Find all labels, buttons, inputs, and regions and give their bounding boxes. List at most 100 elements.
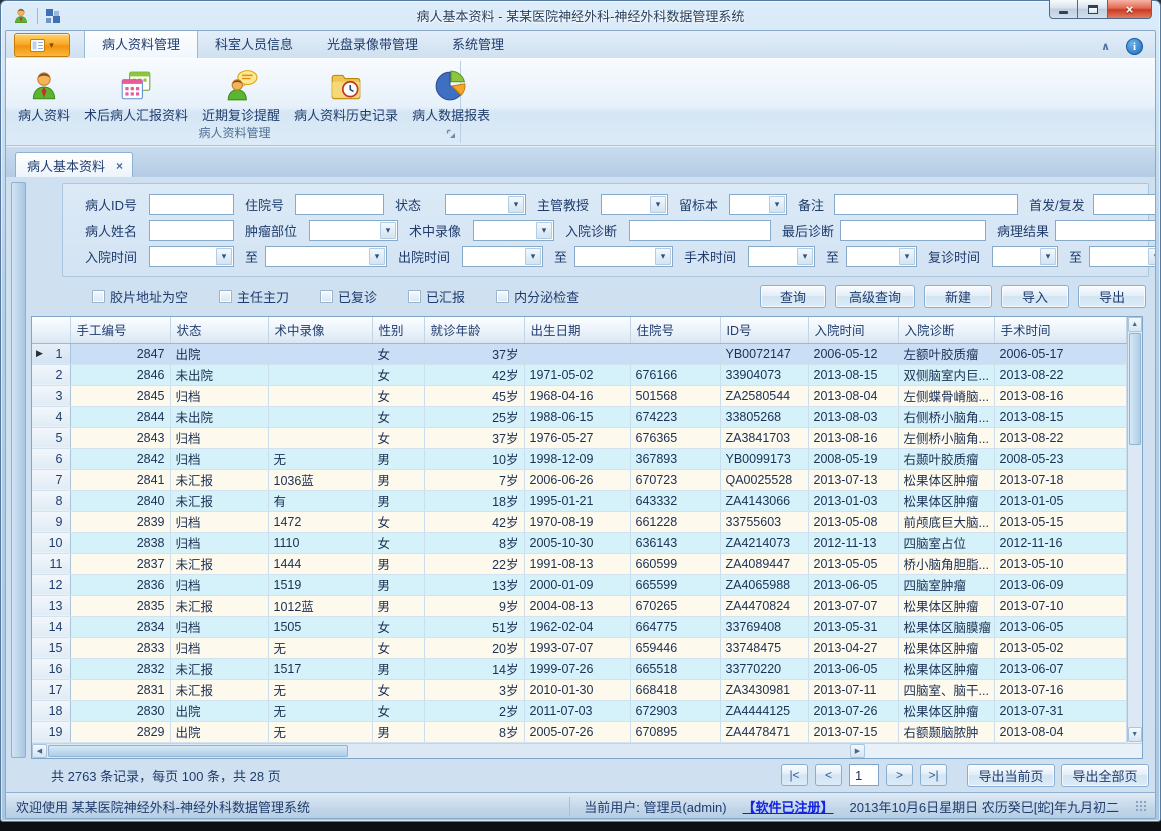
scroll-down-icon[interactable]: ▼: [1128, 727, 1143, 742]
close-tab-icon[interactable]: ×: [116, 159, 123, 173]
filter-checkbox[interactable]: 胶片地址为空: [92, 287, 188, 306]
filter-combo[interactable]: ▾: [473, 220, 554, 241]
column-header[interactable]: ID号: [720, 317, 808, 343]
table-row[interactable]: 32845归档女45岁1968-04-16501568ZA25805442013…: [32, 385, 1126, 406]
scroll-right-icon[interactable]: ▶: [850, 744, 865, 758]
filter-input[interactable]: [149, 220, 234, 241]
column-header[interactable]: 住院号: [630, 317, 720, 343]
collapse-ribbon-icon[interactable]: ∧: [1101, 40, 1110, 53]
ribbon-tab[interactable]: 病人资料管理: [84, 30, 198, 59]
horizontal-scrollbar[interactable]: ◀ ▶: [32, 744, 865, 758]
export-all-pages-button[interactable]: 导出全部页: [1061, 764, 1149, 787]
maximize-button[interactable]: [1078, 0, 1107, 19]
table-row[interactable]: 172831未汇报无女3岁2010-01-30668418ZA343098120…: [32, 679, 1126, 700]
row-indicator-header[interactable]: [32, 317, 70, 343]
filter-combo[interactable]: ▾: [574, 246, 673, 267]
table-row[interactable]: ▶12847出院女37岁YB00721472006-05-12左额叶胶质瘤200…: [32, 343, 1126, 364]
ribbon-tab[interactable]: 系统管理: [435, 30, 521, 58]
filter-checkbox[interactable]: 主任主刀: [219, 287, 289, 306]
next-page-button[interactable]: >: [886, 764, 913, 786]
filter-combo[interactable]: ▾: [992, 246, 1058, 267]
filter-combo[interactable]: ▾: [601, 194, 668, 215]
table-row[interactable]: 22846未出院女42岁1971-05-02676166339040732013…: [32, 364, 1126, 385]
filter-combo[interactable]: ▾: [265, 246, 387, 267]
app-logo-icon[interactable]: [12, 7, 30, 25]
filter-combo[interactable]: ▾: [309, 220, 398, 241]
filter-input[interactable]: [840, 220, 986, 241]
horizontal-scrollbar-thumb[interactable]: [48, 745, 348, 757]
prev-page-button[interactable]: <: [815, 764, 842, 786]
filter-input[interactable]: [834, 194, 1018, 215]
collapsed-panel-splitter[interactable]: [11, 182, 26, 758]
action-button[interactable]: 新建: [924, 285, 992, 308]
table-row[interactable]: 52843归档女37岁1976-05-27676365ZA38417032013…: [32, 427, 1126, 448]
dialog-launcher-icon[interactable]: [446, 129, 456, 139]
column-header[interactable]: 出生日期: [524, 317, 630, 343]
table-row[interactable]: 72841未汇报1036蓝男7岁2006-06-26670723QA002552…: [32, 469, 1126, 490]
table-row[interactable]: 92839归档1472女42岁1970-08-19661228337556032…: [32, 511, 1126, 532]
filter-checkbox[interactable]: 内分泌检查: [496, 287, 579, 306]
table-row[interactable]: 102838归档1110女8岁2005-10-30636143ZA4214073…: [32, 532, 1126, 553]
column-header[interactable]: 性别: [372, 317, 424, 343]
last-page-button[interactable]: >|: [920, 764, 947, 786]
ribbon-tab[interactable]: 光盘录像带管理: [310, 30, 435, 58]
horizontal-scrollbar-track[interactable]: [349, 744, 850, 758]
vertical-scrollbar-track[interactable]: [1128, 446, 1143, 727]
table-row[interactable]: 82840未汇报有男18岁1995-01-21643332ZA414306620…: [32, 490, 1126, 511]
ribbon-button[interactable]: 病人资料: [11, 64, 77, 127]
vertical-scrollbar[interactable]: ▲ ▼: [1127, 317, 1143, 742]
table-row[interactable]: 42844未出院女25岁1988-06-15674223338052682013…: [32, 406, 1126, 427]
info-icon[interactable]: i: [1126, 38, 1143, 55]
table-row[interactable]: 62842归档无男10岁1998-12-09367893YB0099173200…: [32, 448, 1126, 469]
filter-combo[interactable]: ▾: [445, 194, 526, 215]
page-number-input[interactable]: 1: [849, 764, 879, 786]
column-header[interactable]: 入院诊断: [898, 317, 994, 343]
filter-input[interactable]: [149, 194, 234, 215]
table-row[interactable]: 192829出院无男8岁2005-07-26670895ZA4478471201…: [32, 721, 1126, 742]
action-button[interactable]: 导入: [1001, 285, 1069, 308]
ribbon-tab[interactable]: 科室人员信息: [198, 30, 310, 58]
filter-combo[interactable]: ▾: [149, 246, 234, 267]
table-row[interactable]: 152833归档无女20岁1993-07-0765944633748475201…: [32, 637, 1126, 658]
action-button[interactable]: 查询: [760, 285, 826, 308]
action-button[interactable]: 导出: [1078, 285, 1146, 308]
filter-combo[interactable]: ▾: [1089, 246, 1156, 267]
table-row[interactable]: 132835未汇报1012蓝男9岁2004-08-13670265ZA44708…: [32, 595, 1126, 616]
column-header[interactable]: 手工编号: [70, 317, 170, 343]
document-tab[interactable]: 病人基本资料 ×: [15, 152, 133, 178]
table-row[interactable]: 162832未汇报1517男14岁1999-07-266655183377022…: [32, 658, 1126, 679]
ribbon-button[interactable]: 近期复诊提醒: [195, 64, 287, 127]
table-row[interactable]: 122836归档1519男13岁2000-01-09665599ZA406598…: [32, 574, 1126, 595]
filter-checkbox[interactable]: 已汇报: [408, 287, 465, 306]
export-current-page-button[interactable]: 导出当前页: [967, 764, 1055, 787]
filter-input[interactable]: [295, 194, 384, 215]
table-row[interactable]: 142834归档1505女51岁1962-02-0466477533769408…: [32, 616, 1126, 637]
filter-combo[interactable]: ▾: [1093, 194, 1156, 215]
vertical-scrollbar-thumb[interactable]: [1129, 333, 1142, 445]
filter-input[interactable]: [629, 220, 771, 241]
column-header[interactable]: 术中录像: [268, 317, 372, 343]
filter-combo[interactable]: ▾: [748, 246, 815, 267]
scroll-up-icon[interactable]: ▲: [1128, 317, 1143, 332]
ribbon-button[interactable]: 术后病人汇报资料: [77, 64, 195, 127]
ribbon-button[interactable]: 病人资料历史记录: [287, 64, 405, 127]
cascade-windows-icon[interactable]: [45, 8, 61, 24]
resize-grip-icon[interactable]: [1135, 800, 1147, 812]
application-menu-button[interactable]: ▾: [14, 33, 70, 57]
filter-input[interactable]: [1055, 220, 1156, 241]
column-header[interactable]: 就诊年龄: [424, 317, 524, 343]
ribbon-button[interactable]: 病人数据报表: [405, 64, 497, 127]
filter-combo[interactable]: ▾: [462, 246, 543, 267]
minimize-button[interactable]: [1049, 0, 1078, 19]
first-page-button[interactable]: |<: [781, 764, 808, 786]
column-header[interactable]: 入院时间: [808, 317, 898, 343]
filter-checkbox[interactable]: 已复诊: [320, 287, 377, 306]
registered-link[interactable]: 【软件已注册】: [743, 797, 834, 816]
column-header[interactable]: 状态: [170, 317, 268, 343]
column-header[interactable]: 手术时间: [994, 317, 1126, 343]
filter-combo[interactable]: ▾: [729, 194, 787, 215]
table-row[interactable]: 182830出院无女2岁2011-07-03672903ZA4444125201…: [32, 700, 1126, 721]
action-button[interactable]: 高级查询: [835, 285, 915, 308]
table-row[interactable]: 112837未汇报1444男22岁1991-08-13660599ZA40894…: [32, 553, 1126, 574]
filter-combo[interactable]: ▾: [846, 246, 917, 267]
